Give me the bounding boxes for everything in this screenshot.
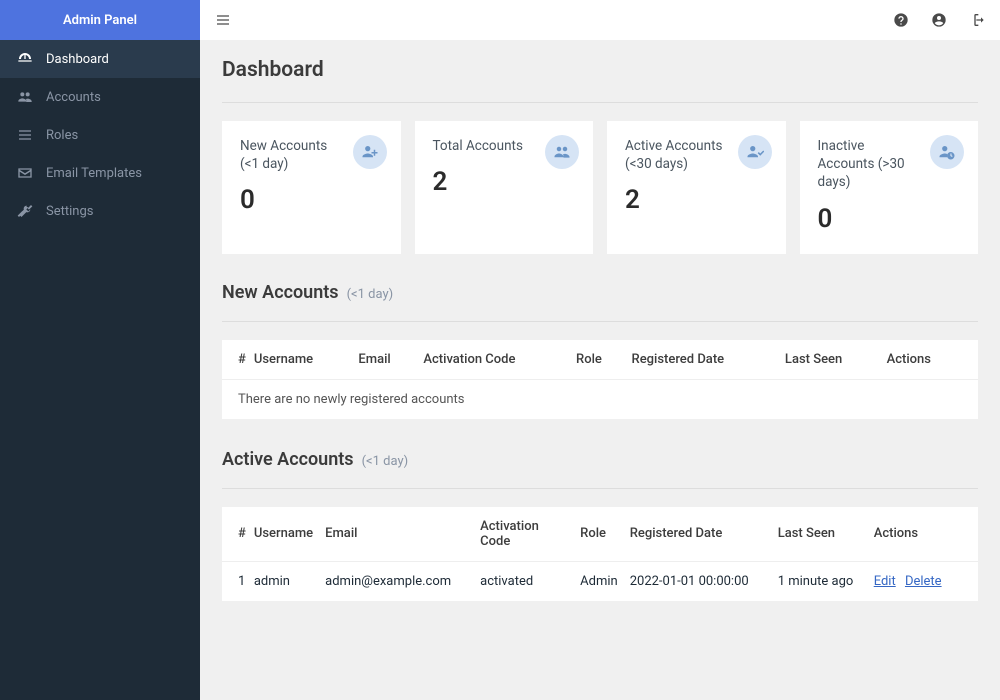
divider [222,321,978,322]
col-num: # [222,340,248,380]
col-registered: Registered Date [624,507,772,562]
sidebar-item-settings[interactable]: Settings [0,192,200,230]
card-active-accounts: Active Accounts (<30 days) 2 [607,121,786,254]
card-value: 2 [433,167,576,197]
user-clock-icon [930,135,964,169]
col-email: Email [352,340,417,380]
sidebar-item-email-templates[interactable]: Email Templates [0,154,200,192]
card-new-accounts: New Accounts (<1 day) 0 [222,121,401,254]
envelope-icon [16,164,34,182]
cell-username: admin [248,561,319,601]
card-value: 2 [625,185,768,215]
cell-actions: Edit Delete [868,561,978,601]
col-actions: Actions [868,507,978,562]
table-header-row: # Username Email Activation Code Role Re… [222,507,978,562]
sidebar-item-dashboard[interactable]: Dashboard [0,40,200,78]
col-role: Role [574,507,624,562]
users-icon [545,135,579,169]
col-role: Role [570,340,626,380]
active-accounts-table: # Username Email Activation Code Role Re… [222,507,978,601]
main: Dashboard New Accounts (<1 day) 0 Total … [200,0,1000,700]
users-icon [16,88,34,106]
sidebar-item-label: Dashboard [46,52,109,67]
col-num: # [222,507,248,562]
col-activation: Activation Code [474,507,574,562]
user-icon[interactable] [930,11,948,29]
section-head-active-accounts: Active Accounts (<1 day) [222,449,978,470]
col-lastseen: Last Seen [779,340,881,380]
logout-icon[interactable] [968,11,986,29]
cell-role: Admin [574,561,624,601]
col-email: Email [319,507,474,562]
cell-email: admin@example.com [319,561,474,601]
menu-toggle-icon[interactable] [214,11,232,29]
col-lastseen: Last Seen [772,507,868,562]
cell-lastseen: 1 minute ago [772,561,868,601]
divider [222,488,978,489]
active-accounts-panel: # Username Email Activation Code Role Re… [222,507,978,601]
section-title: Active Accounts [222,449,354,470]
new-accounts-table: # Username Email Activation Code Role Re… [222,340,978,419]
cell-activation: activated [474,561,574,601]
section-subtitle: (<1 day) [347,287,394,302]
sidebar-item-accounts[interactable]: Accounts [0,78,200,116]
table-row: 1 admin admin@example.com activated Admi… [222,561,978,601]
cell-num: 1 [222,561,248,601]
table-header-row: # Username Email Activation Code Role Re… [222,340,978,380]
col-activation: Activation Code [417,340,570,380]
topbar [200,0,1000,40]
brand-text: Admin Panel [63,13,137,28]
empty-message: There are no newly registered accounts [222,379,978,419]
delete-link[interactable]: Delete [905,574,942,589]
sidebar-item-label: Accounts [46,90,101,105]
cell-registered: 2022-01-01 00:00:00 [624,561,772,601]
col-actions: Actions [881,340,978,380]
col-username: Username [248,340,353,380]
user-plus-icon [353,135,387,169]
empty-row: There are no newly registered accounts [222,379,978,419]
tools-icon [16,202,34,220]
divider [222,102,978,103]
sidebar-item-label: Settings [46,204,93,219]
sidebar-nav: Dashboard Accounts Roles Email Templates [0,40,200,230]
sidebar-item-roles[interactable]: Roles [0,116,200,154]
card-value: 0 [240,185,383,215]
new-accounts-panel: # Username Email Activation Code Role Re… [222,340,978,419]
card-total-accounts: Total Accounts 2 [415,121,594,254]
brand-header[interactable]: Admin Panel [0,0,200,40]
edit-link[interactable]: Edit [874,574,896,589]
card-value: 0 [818,204,961,234]
list-icon [16,126,34,144]
help-icon[interactable] [892,11,910,29]
sidebar-item-label: Roles [46,128,78,143]
col-username: Username [248,507,319,562]
section-head-new-accounts: New Accounts (<1 day) [222,282,978,303]
section-subtitle: (<1 day) [362,454,409,469]
stat-cards: New Accounts (<1 day) 0 Total Accounts 2… [222,121,978,254]
col-registered: Registered Date [626,340,779,380]
sidebar-item-label: Email Templates [46,166,142,181]
page-title: Dashboard [222,58,978,82]
dashboard-icon [16,50,34,68]
sidebar: Admin Panel Dashboard Accounts Roles [0,0,200,700]
section-title: New Accounts [222,282,339,303]
content: Dashboard New Accounts (<1 day) 0 Total … [200,40,1000,700]
card-inactive-accounts: Inactive Accounts (>30 days) 0 [800,121,979,254]
user-check-icon [738,135,772,169]
